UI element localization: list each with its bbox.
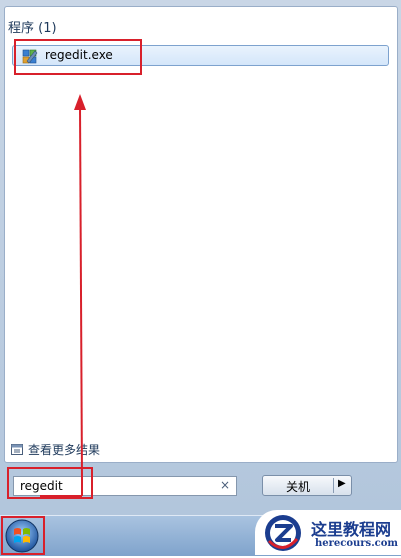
programs-section-title: 程序 (1)	[8, 21, 57, 36]
search-results-icon	[11, 444, 23, 455]
start-menu	[0, 0, 401, 515]
shutdown-label: 关机	[285, 480, 310, 494]
result-highlight-box	[14, 39, 142, 75]
shutdown-button[interactable]: 关机 ▶	[262, 475, 352, 496]
search-highlight-box	[7, 467, 93, 499]
watermark-logo-icon	[265, 515, 301, 551]
watermark-url: herecours.com	[315, 538, 399, 549]
start-button-highlight-box	[1, 516, 45, 555]
shutdown-options-arrow-icon[interactable]: ▶	[338, 478, 346, 489]
clear-search-icon[interactable]: ×	[220, 478, 230, 492]
see-more-label: 查看更多结果	[28, 443, 101, 457]
site-watermark: 这里教程网 herecours.com	[255, 510, 401, 555]
see-more-results-link[interactable]: 查看更多结果	[11, 441, 100, 458]
shutdown-divider	[333, 478, 334, 493]
watermark-title: 这里教程网	[311, 520, 392, 539]
